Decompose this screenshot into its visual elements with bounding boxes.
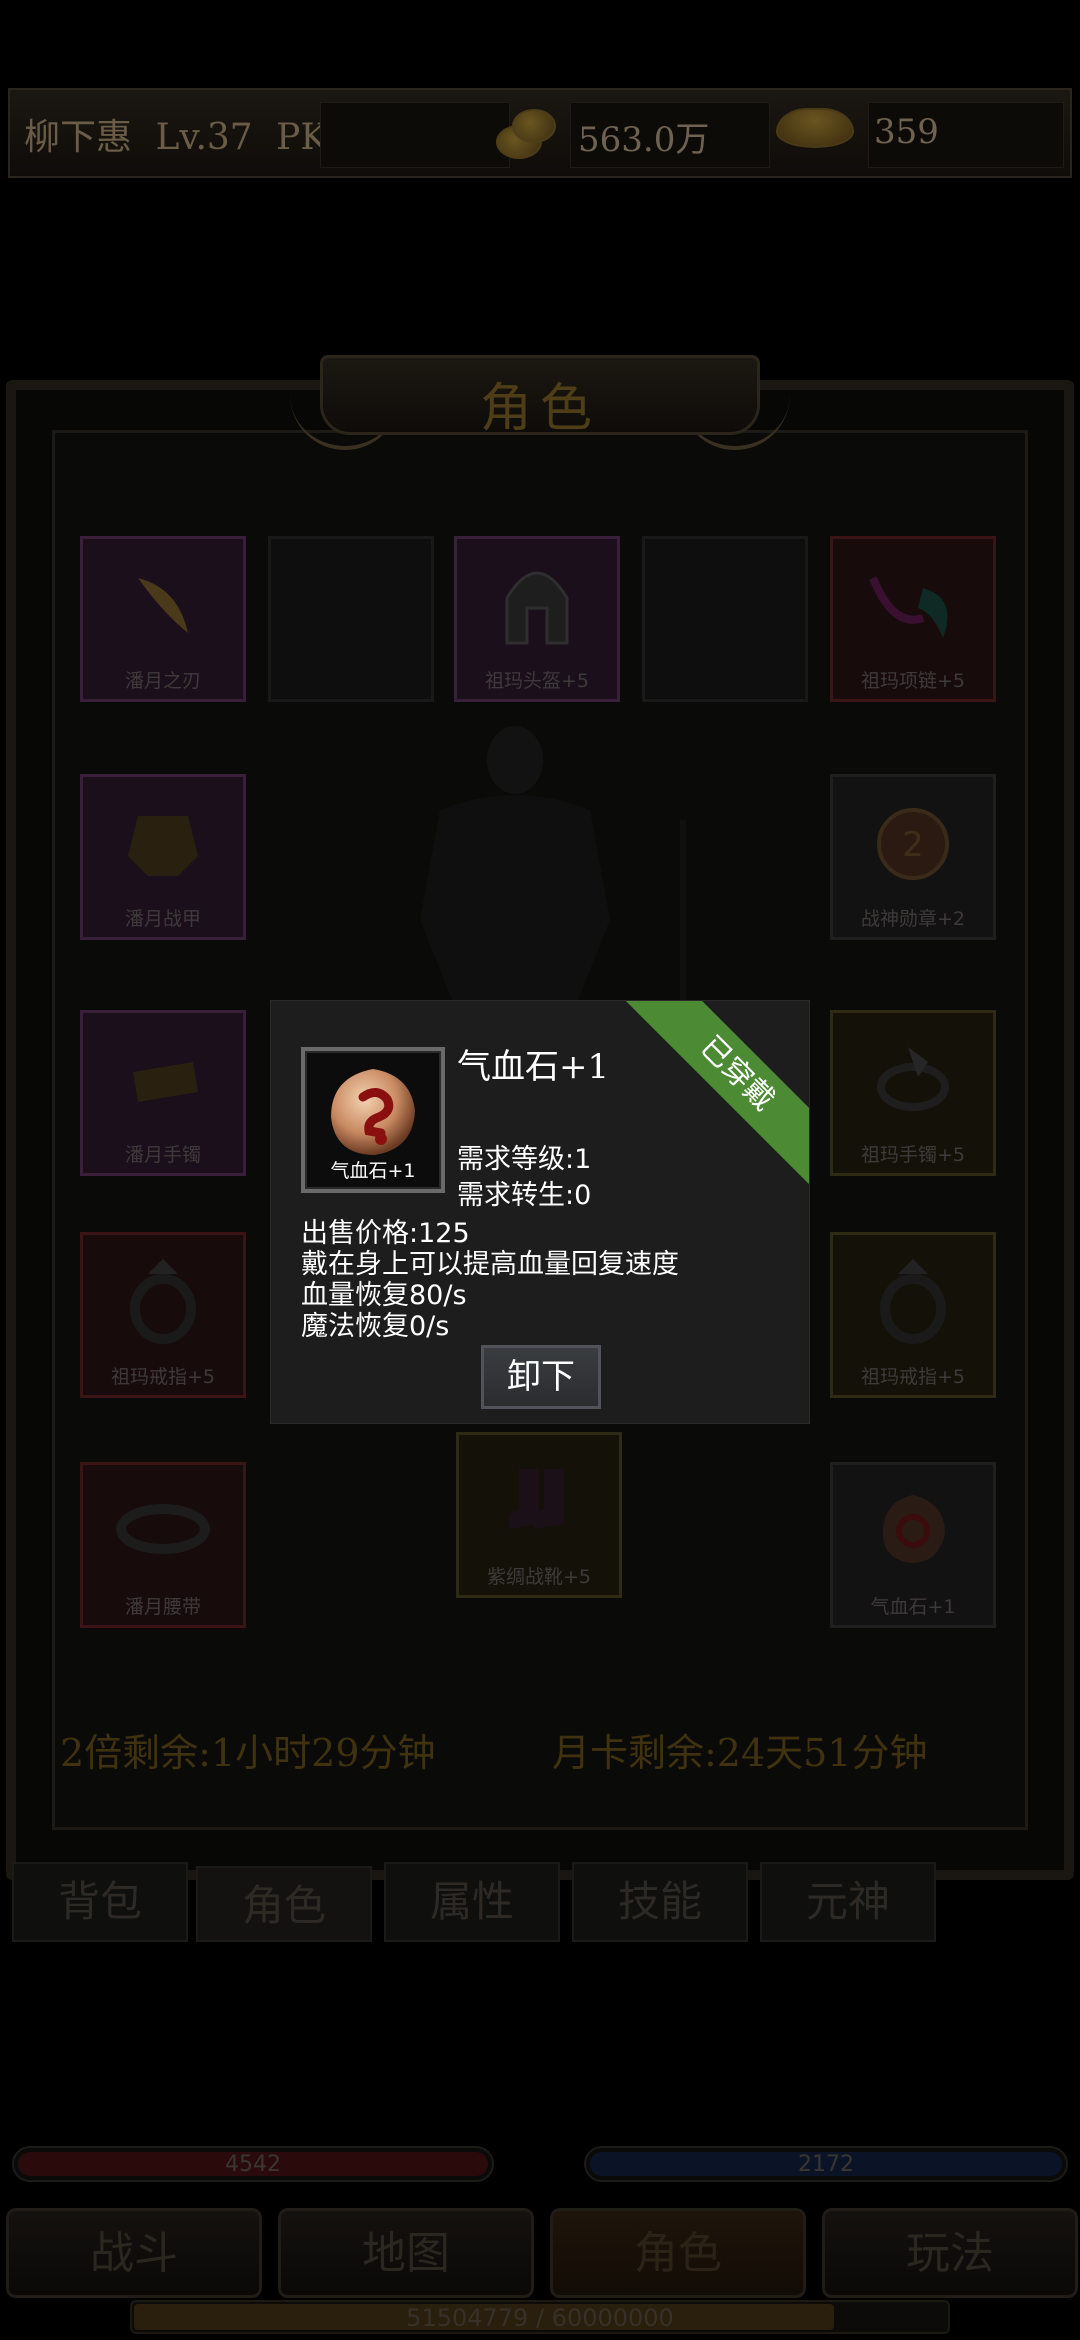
equip-slot-weapon[interactable]: 潘月之刃	[80, 536, 246, 702]
player-name: 柳下惠	[24, 117, 133, 158]
equip-label: 祖玛手镯+5	[860, 1144, 965, 1166]
equip-slot-empty-2[interactable]	[642, 536, 808, 702]
equip-slot-armor[interactable]: 潘月战甲	[80, 774, 246, 940]
mp-regen-stat: 魔法恢复0/s	[301, 1311, 450, 1342]
item-icon-frame: 气血石+1	[301, 1047, 445, 1193]
equip-slot-medal[interactable]: 2 战神勋章+2	[830, 774, 996, 940]
required-level: 需求等级:1	[457, 1144, 592, 1175]
tab-bag[interactable]: 背包	[12, 1862, 188, 1942]
nav-gameplay[interactable]: 玩法	[822, 2208, 1078, 2298]
panel-title: 角色	[479, 379, 600, 439]
equip-label: 祖玛项链+5	[860, 670, 965, 692]
equip-slot-boots[interactable]: 紫绸战靴+5	[456, 1432, 622, 1598]
bracelet-icon	[877, 1047, 949, 1111]
ingot-value: 359	[874, 112, 939, 152]
equip-slot-bracelet-right[interactable]: 祖玛手镯+5	[830, 1010, 996, 1176]
bracelet-icon	[133, 1062, 198, 1102]
ring-icon	[880, 1259, 946, 1344]
equip-label: 潘月战甲	[124, 908, 201, 930]
svg-text:2: 2	[902, 825, 924, 865]
equip-label: 气血石+1	[870, 1596, 956, 1618]
weapon-icon	[138, 578, 188, 633]
month-card-timer: 月卡剩余:24天51分钟	[552, 1731, 928, 1775]
equip-label: 潘月手镯	[124, 1144, 201, 1166]
equip-label: 潘月之刃	[124, 670, 201, 692]
equip-label: 祖玛戒指+5	[110, 1366, 215, 1388]
equip-slot-helmet[interactable]: 祖玛头盔+5	[454, 536, 620, 702]
nav-battle[interactable]: 战斗	[6, 2208, 262, 2298]
necklace-icon	[869, 576, 948, 638]
belt-icon	[116, 1504, 210, 1554]
item-icon-label: 气血石+1	[330, 1160, 416, 1182]
item-tooltip: 已穿戴 气血石+1 气血石+1 需求等级:1 需求转生:0 出售价格:125 戴…	[270, 1000, 810, 1424]
nav-character[interactable]: 角色	[550, 2208, 806, 2298]
equip-slot-empty-1[interactable]	[268, 536, 434, 702]
required-rebirth: 需求转生:0	[457, 1180, 592, 1211]
mp-value: 2172	[798, 2152, 854, 2177]
exp-value: 51504779 / 60000000	[406, 2304, 674, 2332]
mp-bar: 2172	[584, 2146, 1068, 2182]
tab-attributes[interactable]: 属性	[384, 1862, 560, 1942]
player-level: Lv.37	[155, 117, 253, 158]
equip-label: 潘月腰带	[124, 1596, 201, 1618]
ingot-icon	[776, 108, 854, 148]
gold-slot	[320, 102, 510, 168]
equipped-ribbon: 已穿戴	[625, 1001, 809, 1186]
blood-stone-icon	[882, 1495, 945, 1563]
gold-coin-icon	[490, 105, 560, 165]
hp-value: 4542	[225, 2152, 281, 2177]
equip-slot-ring-left[interactable]: 祖玛戒指+5	[80, 1232, 246, 1398]
item-name: 气血石+1	[457, 1047, 610, 1087]
character-model	[420, 726, 686, 1020]
equip-slot-necklace[interactable]: 祖玛项链+5	[830, 536, 996, 702]
equip-label: 战神勋章+2	[860, 908, 965, 930]
equip-label: 祖玛头盔+5	[484, 670, 589, 692]
equip-slot-blood-stone[interactable]: 气血石+1	[830, 1462, 996, 1628]
equip-label: 紫绸战靴+5	[486, 1566, 591, 1588]
unequip-button[interactable]: 卸下	[481, 1345, 601, 1409]
medal-icon: 2	[877, 808, 949, 880]
exp-bar: 51504779 / 60000000	[130, 2300, 950, 2334]
tab-skills[interactable]: 技能	[572, 1862, 748, 1942]
tab-spirit[interactable]: 元神	[760, 1862, 936, 1942]
boots-icon	[509, 1469, 564, 1529]
equip-slot-belt[interactable]: 潘月腰带	[80, 1462, 246, 1628]
equip-label: 祖玛戒指+5	[860, 1366, 965, 1388]
panel-title-plate: 角色	[320, 355, 760, 439]
ring-icon	[130, 1259, 196, 1344]
equip-slot-ring-right[interactable]: 祖玛戒指+5	[830, 1232, 996, 1398]
double-exp-timer: 2倍剩余:1小时29分钟	[60, 1731, 436, 1775]
nav-map[interactable]: 地图	[278, 2208, 534, 2298]
equip-slot-bracelet-left[interactable]: 潘月手镯	[80, 1010, 246, 1176]
hp-bar: 4542	[12, 2146, 494, 2182]
top-status-bar: 柳下惠 Lv.37 PK值:0 563.0万 359	[8, 88, 1072, 178]
gold-value: 563.0万	[578, 120, 710, 160]
helmet-icon	[505, 571, 569, 645]
tab-character[interactable]: 角色	[196, 1866, 372, 1942]
armor-icon	[128, 816, 198, 876]
